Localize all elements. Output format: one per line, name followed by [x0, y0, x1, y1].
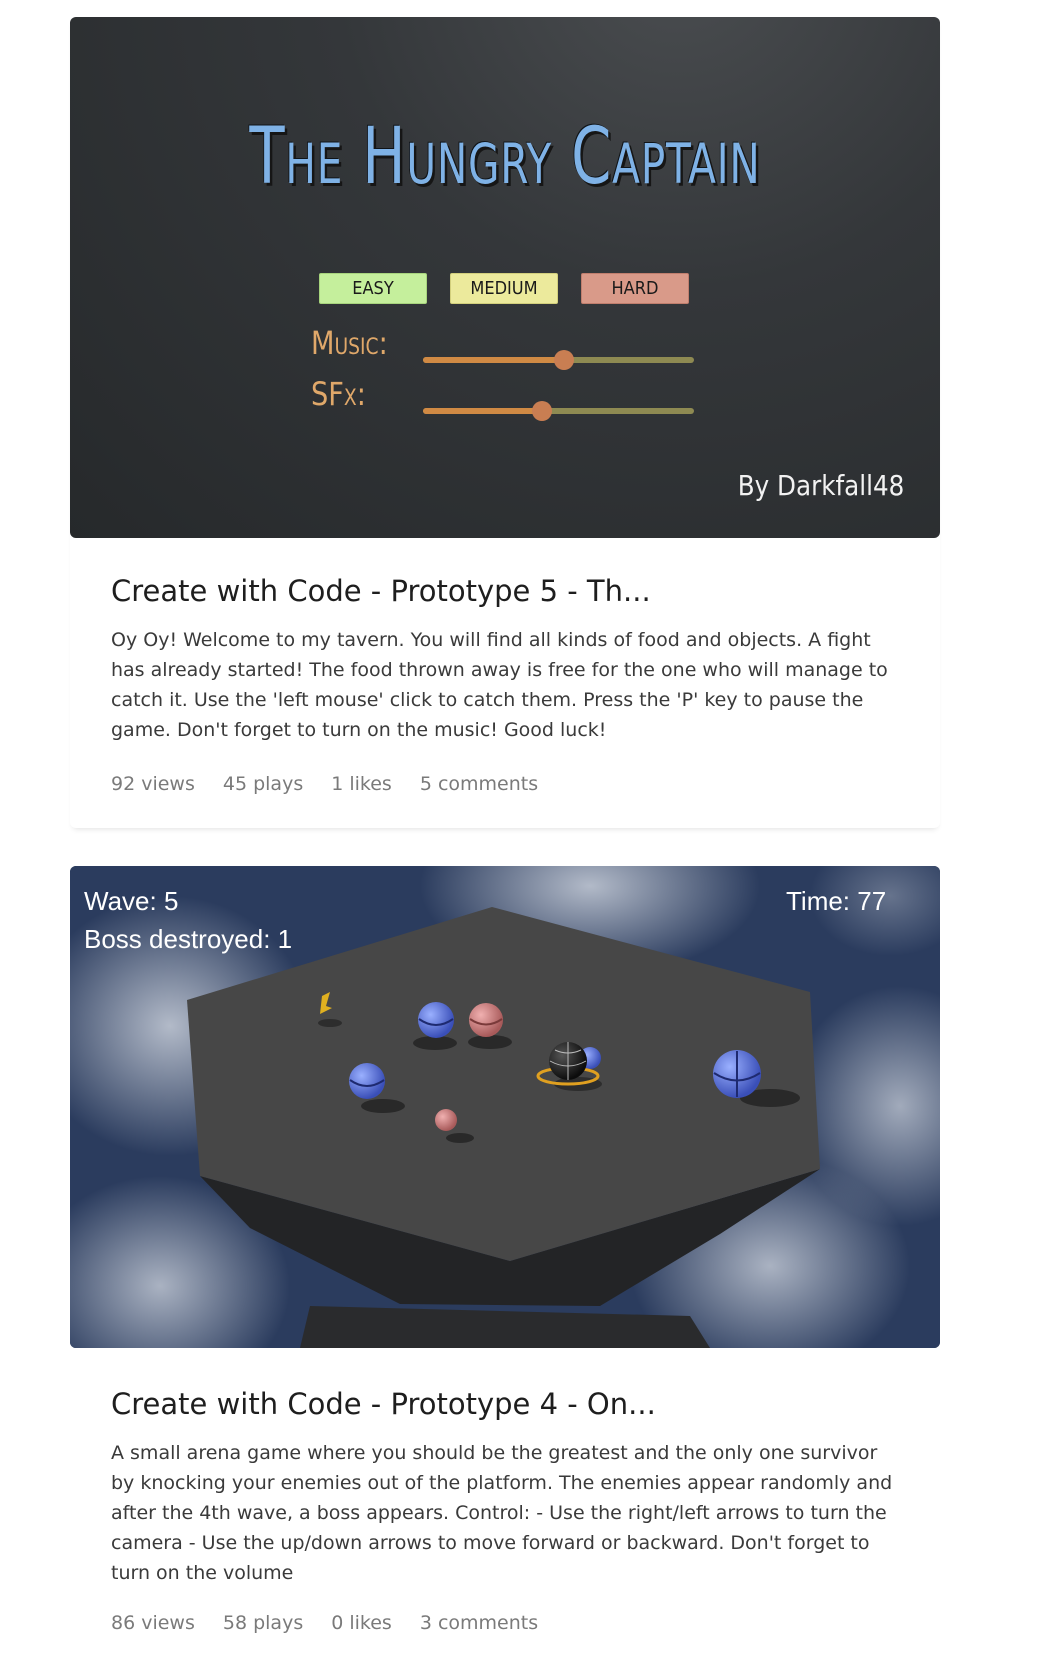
time-counter: Time: 77: [786, 886, 887, 916]
author-byline: By Darkfall48: [737, 469, 904, 502]
enemy-ball: [469, 1003, 503, 1037]
project-card[interactable]: Wave: 5 Boss destroyed: 1 Time: 77 Creat…: [70, 866, 940, 1666]
music-slider: [423, 350, 694, 370]
sfx-label: SFx:: [311, 375, 366, 413]
likes-count: 1 likes: [331, 773, 392, 795]
game-title: The Hungry Captain: [249, 112, 761, 202]
plays-count: 58 plays: [222, 1612, 304, 1634]
likes-count: 0 likes: [331, 1612, 392, 1634]
project-description: A small arena game where you should be t…: [111, 1442, 893, 1584]
wave-counter: Wave: 5: [84, 886, 179, 916]
project-title[interactable]: Create with Code - Prototype 5 - Th...: [111, 574, 651, 608]
music-slider-thumb: [553, 350, 574, 370]
medium-button: MEDIUM: [450, 273, 558, 304]
project-card[interactable]: The Hungry Captain EASY MEDIUM HARD Musi…: [70, 17, 940, 828]
music-label: Music:: [311, 324, 388, 362]
enemy-ball: [435, 1109, 457, 1131]
views-count: 86 views: [111, 1612, 195, 1634]
sfx-slider-thumb: [532, 401, 553, 421]
project-thumbnail[interactable]: Wave: 5 Boss destroyed: 1 Time: 77: [70, 866, 940, 1348]
enemy-ball: [418, 1002, 454, 1038]
hard-button: HARD: [581, 273, 689, 304]
project-description: Oy Oy! Welcome to my tavern. You will fi…: [111, 629, 888, 741]
project-stats: 92 views 45 plays 1 likes 5 comments: [111, 773, 566, 795]
enemy-ball: [349, 1063, 385, 1099]
project-title[interactable]: Create with Code - Prototype 4 - On...: [111, 1387, 656, 1421]
music-slider-fill: [423, 357, 564, 363]
project-thumbnail[interactable]: The Hungry Captain EASY MEDIUM HARD Musi…: [70, 17, 940, 538]
comments-count: 3 comments: [419, 1612, 539, 1634]
project-stats: 86 views 58 plays 0 likes 3 comments: [111, 1612, 566, 1634]
sfx-slider-fill: [423, 408, 543, 414]
easy-button: EASY: [319, 273, 427, 304]
boss-counter: Boss destroyed: 1: [84, 924, 293, 954]
views-count: 92 views: [111, 773, 195, 795]
comments-count: 5 comments: [419, 773, 539, 795]
sfx-slider: [423, 401, 694, 421]
plays-count: 45 plays: [222, 773, 304, 795]
